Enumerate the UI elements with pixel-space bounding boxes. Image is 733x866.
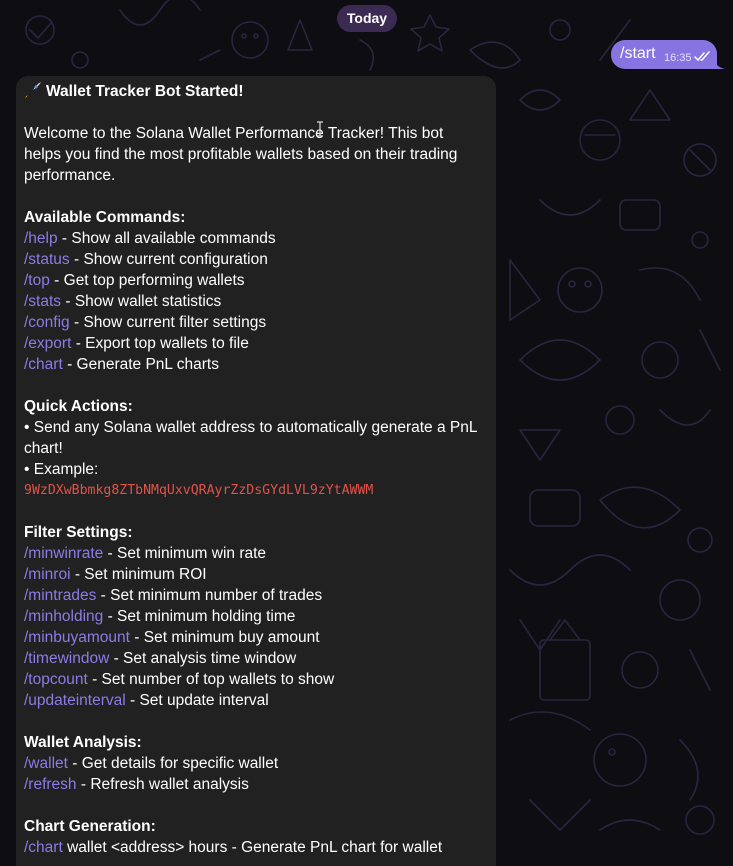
command-description: - Set minimum win rate: [103, 545, 267, 562]
intro-text-line-2: helps you find the most profitable walle…: [24, 146, 458, 163]
command-description: - Show wallet statistics: [61, 293, 222, 310]
section-heading-quick-actions: Quick Actions:: [24, 398, 133, 415]
command-link-chart[interactable]: /chart: [24, 839, 63, 856]
quick-action-line-1: • Send any Solana wallet address to auto…: [24, 419, 478, 436]
command-description: - Set minimum ROI: [70, 566, 207, 583]
command-row-stats: /stats - Show wallet statistics: [24, 291, 490, 312]
command-description: - Set update interval: [125, 692, 269, 709]
command-link-minbuyamount[interactable]: /minbuyamount: [24, 629, 130, 646]
command-row-topcount: /topcount - Set number of top wallets to…: [24, 669, 490, 690]
command-description: - Get details for specific wallet: [67, 755, 279, 772]
command-link-help[interactable]: /help: [24, 230, 58, 247]
command-link-minroi[interactable]: /minroi: [24, 566, 71, 583]
command-description: - Get top performing wallets: [49, 272, 245, 289]
command-description: - Set minimum buy amount: [129, 629, 320, 646]
command-link-status[interactable]: /status: [24, 251, 70, 268]
command-row-chart: /chart - Generate PnL charts: [24, 354, 490, 375]
command-row-export: /export - Export top wallets to file: [24, 333, 490, 354]
command-row-minwinrate: /minwinrate - Set minimum win rate: [24, 543, 490, 564]
command-description: - Set analysis time window: [109, 650, 297, 667]
command-description: - Set minimum holding time: [103, 608, 296, 625]
section-heading-wallet-analysis: Wallet Analysis:: [24, 734, 142, 751]
text-cursor-icon: [317, 121, 323, 137]
section-heading-filters: Filter Settings:: [24, 524, 133, 541]
double-check-icon: [694, 51, 710, 62]
section-heading-chart-generation: Chart Generation:: [24, 818, 156, 835]
command-link-updateinterval[interactable]: /updateinterval: [24, 692, 126, 709]
command-row-help: /help - Show all available commands: [24, 228, 490, 249]
command-link-export[interactable]: /export: [24, 335, 71, 352]
command-row-top: /top - Get top performing wallets: [24, 270, 490, 291]
command-description: - Set number of top wallets to show: [87, 671, 335, 688]
command-description: - Export top wallets to file: [71, 335, 249, 352]
outgoing-message-bubble[interactable]: /start 16:35: [611, 40, 725, 69]
section-heading-commands: Available Commands:: [24, 209, 186, 226]
command-link-minwinrate[interactable]: /minwinrate: [24, 545, 103, 562]
bot-message-body: Wallet Tracker Bot Started! Welcome to t…: [24, 81, 490, 858]
command-link-chart[interactable]: /chart: [24, 356, 63, 373]
command-row-minroi: /minroi - Set minimum ROI: [24, 564, 490, 585]
command-row-minbuyamount: /minbuyamount - Set minimum buy amount: [24, 627, 490, 648]
incoming-message-bubble: Wallet Tracker Bot Started! Welcome to t…: [16, 76, 496, 866]
command-link-top[interactable]: /top: [24, 272, 50, 289]
command-link-minholding[interactable]: /minholding: [24, 608, 103, 625]
command-row-updateinterval: /updateinterval - Set update interval: [24, 690, 490, 711]
command-description: wallet <address> hours - Generate PnL ch…: [62, 839, 443, 856]
command-description: - Show all available commands: [57, 230, 276, 247]
command-link-topcount[interactable]: /topcount: [24, 671, 88, 688]
message-title-line: Wallet Tracker Bot Started!: [24, 81, 490, 102]
command-description: - Set minimum number of trades: [96, 587, 323, 604]
command-row-minholding: /minholding - Set minimum holding time: [24, 606, 490, 627]
command-link-config[interactable]: /config: [24, 314, 70, 331]
intro-text-line-1: Welcome to the Solana Wallet Performance…: [24, 125, 444, 142]
bubble-tail-icon: [713, 57, 725, 69]
command-description: - Show current filter settings: [69, 314, 267, 331]
intro-text-line-3: performance.: [24, 167, 116, 184]
command-link-timewindow[interactable]: /timewindow: [24, 650, 109, 667]
command-description: - Show current configuration: [69, 251, 268, 268]
command-description: - Generate PnL charts: [62, 356, 219, 373]
command-link-mintrades[interactable]: /mintrades: [24, 587, 96, 604]
command-row-config: /config - Show current filter settings: [24, 312, 490, 333]
example-wallet-address[interactable]: 9WzDXwBbmkg8ZTbNMqUxvQRAyrZzDsGYdLVL9zYt…: [24, 480, 490, 501]
outgoing-message-text: /start: [620, 45, 656, 62]
command-link-refresh[interactable]: /refresh: [24, 776, 77, 793]
command-row-timewindow: /timewindow - Set analysis time window: [24, 648, 490, 669]
command-link-stats[interactable]: /stats: [24, 293, 61, 310]
command-row-status: /status - Show current configuration: [24, 249, 490, 270]
message-title: Wallet Tracker Bot Started!: [46, 83, 244, 100]
command-row-mintrades: /mintrades - Set minimum number of trade…: [24, 585, 490, 606]
command-link-wallet[interactable]: /wallet: [24, 755, 68, 772]
quick-action-line-3: • Example:: [24, 461, 99, 478]
command-row-wallet: /wallet - Get details for specific walle…: [24, 753, 490, 774]
command-row-chart-wallet: /chart wallet <address> hours - Generate…: [24, 837, 490, 858]
quick-action-line-2: chart!: [24, 440, 63, 457]
command-description: - Refresh wallet analysis: [76, 776, 249, 793]
command-row-refresh: /refresh - Refresh wallet analysis: [24, 774, 490, 795]
rocket-icon: [25, 82, 41, 98]
date-separator: Today: [337, 5, 397, 32]
message-timestamp: 16:35: [664, 52, 692, 64]
